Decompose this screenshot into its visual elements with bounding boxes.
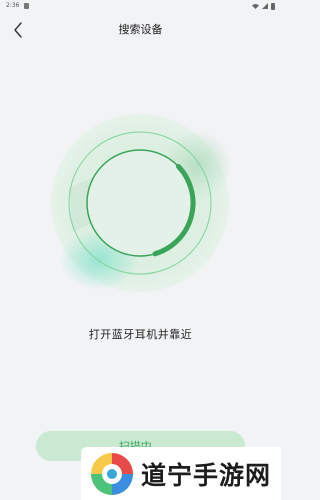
page-title: 搜索设备 xyxy=(118,23,163,36)
site-logo-icon xyxy=(91,452,133,495)
notification-icon xyxy=(24,3,29,9)
signal-icon xyxy=(262,3,268,9)
scan-hint: 打开蓝牙耳机并靠近 xyxy=(88,328,193,341)
status-time: 2:36 xyxy=(6,2,20,9)
nav-bar: 搜索设备 xyxy=(0,14,281,46)
watermark-text: 道宁手游网 xyxy=(141,460,272,490)
battery-icon xyxy=(271,2,275,10)
scan-radar xyxy=(47,110,233,296)
status-icons xyxy=(252,0,275,12)
wifi-icon xyxy=(252,3,259,9)
status-bar: 2:36 xyxy=(0,0,281,12)
watermark: 道宁手游网 xyxy=(81,447,281,500)
radar-graphic xyxy=(51,114,232,292)
